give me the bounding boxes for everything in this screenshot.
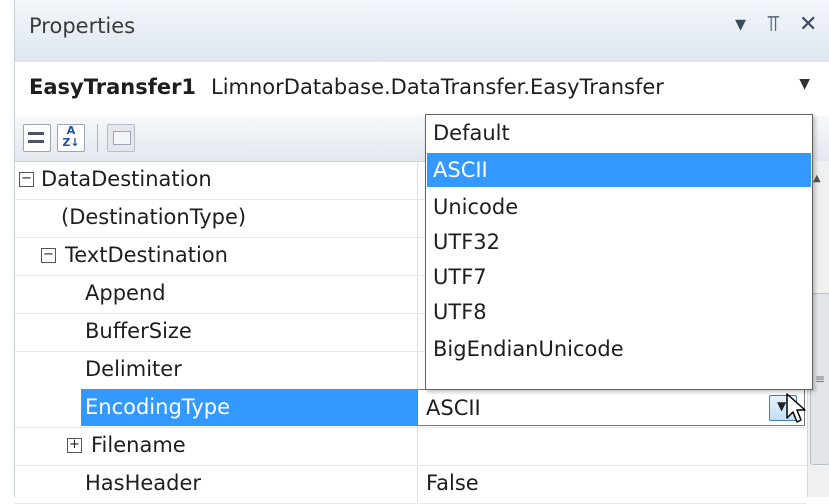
property-name: Delimiter — [85, 357, 182, 381]
expand-icon[interactable]: + — [67, 438, 82, 453]
property-row-encodingtype[interactable]: EncodingType ASCII ▼ — [15, 389, 807, 428]
property-name: (DestinationType) — [61, 205, 247, 229]
alphabetical-sort-icon[interactable]: A Z↓ — [57, 124, 85, 152]
dropdown-option[interactable]: Unicode — [427, 190, 811, 224]
property-row-hasheader[interactable]: HasHeader False — [15, 465, 807, 504]
object-selector[interactable]: EasyTransfer1 LimnorDatabase.DataTransfe… — [15, 62, 829, 117]
grip-icon: ≡ — [815, 372, 826, 386]
categorized-icon[interactable] — [23, 124, 51, 152]
property-name: Append — [85, 281, 166, 305]
chevron-down-icon[interactable]: ▼ — [799, 76, 810, 92]
collapse-icon[interactable]: − — [41, 248, 56, 263]
panel-title: Properties — [29, 14, 136, 38]
property-name: BufferSize — [85, 319, 192, 343]
object-type: LimnorDatabase.DataTransfer.EasyTransfer — [211, 75, 664, 99]
close-icon[interactable]: ✕ — [799, 12, 817, 37]
property-name: Filename — [91, 433, 186, 457]
property-name: EncodingType — [85, 395, 231, 419]
dropdown-option[interactable]: UTF8 — [427, 295, 811, 329]
property-name: DataDestination — [41, 167, 212, 191]
toolbar-separator — [97, 124, 98, 152]
dropdown-option[interactable]: Default — [427, 116, 811, 150]
pin-icon[interactable]: ⫪ — [767, 12, 779, 37]
collapse-icon[interactable]: − — [19, 172, 34, 187]
object-name: EasyTransfer1 — [29, 75, 197, 99]
encoding-dropdown-list: Default ASCII Unicode UTF32 UTF7 UTF8 Bi… — [425, 114, 813, 390]
mouse-cursor-icon — [786, 393, 806, 423]
dropdown-option[interactable]: BigEndianUnicode — [427, 332, 811, 366]
property-row-filename[interactable]: + Filename — [15, 427, 807, 466]
property-value[interactable]: False — [417, 465, 805, 502]
scroll-up-icon[interactable]: ▲ — [813, 173, 821, 184]
dropdown-option[interactable]: UTF7 — [427, 260, 811, 294]
sort-icon-bottom: Z↓ — [62, 136, 80, 149]
property-name: HasHeader — [85, 471, 202, 495]
window-position-dropdown-icon[interactable]: ▾ — [735, 12, 746, 37]
dropdown-option-selected[interactable]: ASCII — [427, 153, 811, 187]
property-value[interactable] — [417, 427, 805, 464]
encoding-type-value[interactable]: ASCII — [417, 389, 805, 426]
properties-panel: Properties ▾ ⫪ ✕ EasyTransfer1 LimnorDat… — [14, 0, 829, 504]
property-name: TextDestination — [65, 243, 228, 267]
title-bar: Properties ▾ ⫪ ✕ — [15, 0, 829, 63]
property-pages-icon — [107, 124, 135, 152]
dropdown-option[interactable]: UTF32 — [427, 225, 811, 259]
